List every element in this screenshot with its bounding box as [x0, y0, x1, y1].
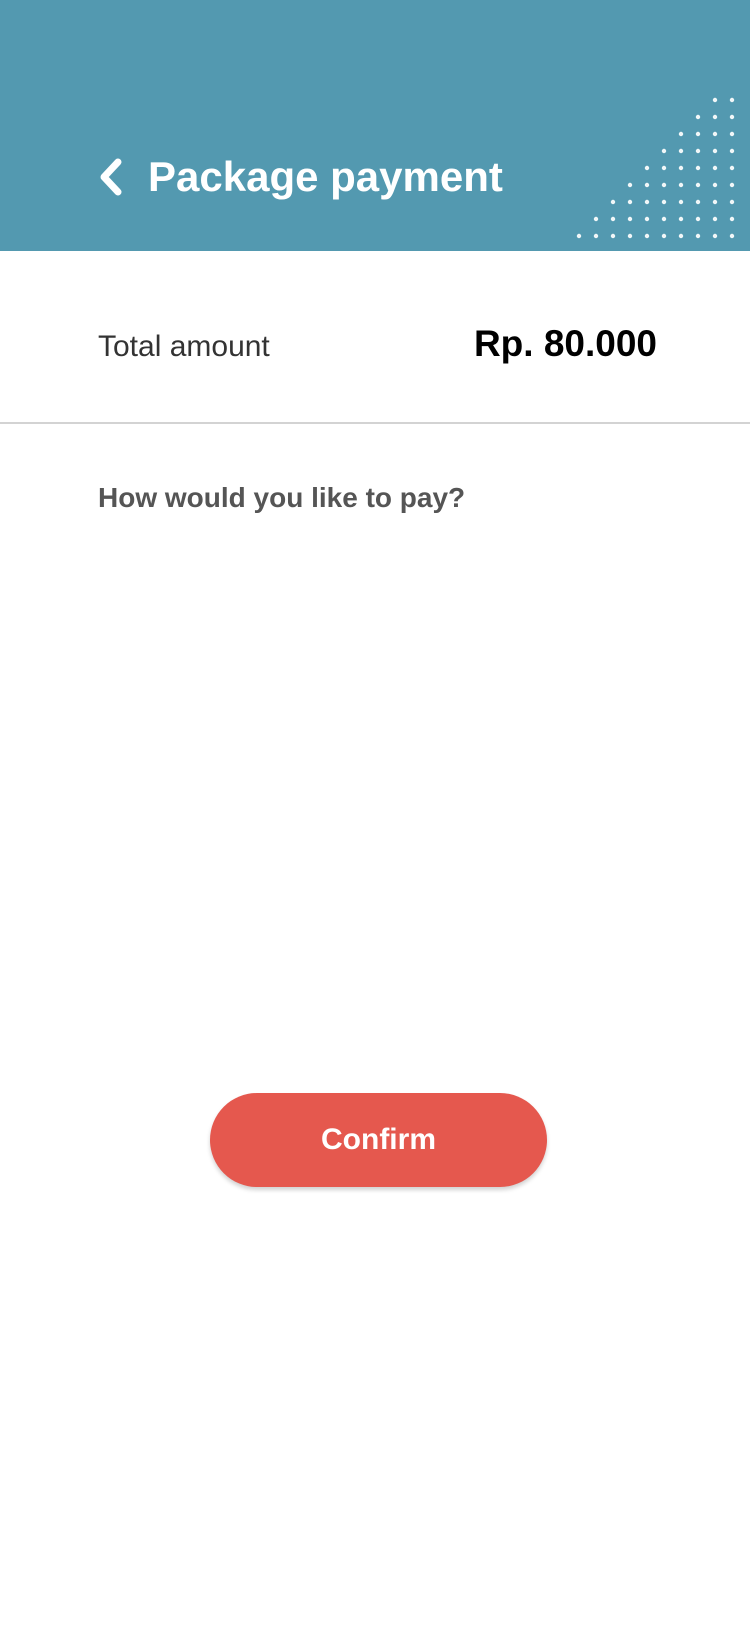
- dot-pattern-decoration: [576, 97, 735, 239]
- decorative-dot: [661, 165, 667, 171]
- decorative-dot: [695, 233, 701, 239]
- decorative-dot: [712, 233, 718, 239]
- decorative-dot: [712, 165, 718, 171]
- decorative-dot: [661, 216, 667, 222]
- decorative-dot: [610, 216, 616, 222]
- decorative-dot: [593, 233, 599, 239]
- chevron-left-icon: [100, 158, 122, 196]
- decorative-dot: [712, 131, 718, 137]
- decorative-dot: [576, 233, 582, 239]
- payment-method-question: How would you like to pay?: [98, 482, 466, 513]
- decorative-dot: [610, 233, 616, 239]
- decorative-dot: [661, 233, 667, 239]
- decorative-dot: [661, 182, 667, 188]
- decorative-dot: [729, 165, 735, 171]
- decorative-dot: [695, 114, 701, 120]
- decorative-dot: [729, 148, 735, 154]
- decorative-dot: [644, 165, 650, 171]
- decorative-dot: [695, 199, 701, 205]
- decorative-dot: [729, 216, 735, 222]
- page-title: Package payment: [148, 153, 503, 200]
- decorative-dot: [610, 199, 616, 205]
- decorative-dot: [712, 114, 718, 120]
- decorative-dot: [729, 114, 735, 120]
- total-amount-label: Total amount: [98, 330, 270, 363]
- total-amount-row: Total amount Rp. 80.000: [0, 251, 750, 424]
- decorative-dot: [712, 148, 718, 154]
- header-bar: Package payment: [0, 0, 750, 251]
- decorative-dot: [644, 199, 650, 205]
- decorative-dot: [644, 216, 650, 222]
- decorative-dot: [678, 148, 684, 154]
- decorative-dot: [678, 233, 684, 239]
- decorative-dot: [661, 148, 667, 154]
- decorative-dot: [729, 199, 735, 205]
- decorative-dot: [678, 182, 684, 188]
- decorative-dot: [627, 199, 633, 205]
- decorative-dot: [712, 216, 718, 222]
- decorative-dot: [695, 216, 701, 222]
- decorative-dot: [729, 97, 735, 103]
- decorative-dot: [678, 131, 684, 137]
- confirm-button[interactable]: Confirm: [210, 1093, 547, 1187]
- decorative-dot: [644, 182, 650, 188]
- decorative-dot: [627, 216, 633, 222]
- decorative-dot: [678, 216, 684, 222]
- decorative-dot: [695, 182, 701, 188]
- back-button[interactable]: [90, 150, 132, 204]
- decorative-dot: [729, 131, 735, 137]
- decorative-dot: [695, 131, 701, 137]
- decorative-dot: [678, 199, 684, 205]
- decorative-dot: [712, 182, 718, 188]
- decorative-dot: [695, 148, 701, 154]
- decorative-dot: [712, 199, 718, 205]
- decorative-dot: [695, 165, 701, 171]
- decorative-dot: [593, 216, 599, 222]
- decorative-dot: [729, 233, 735, 239]
- decorative-dot: [712, 97, 718, 103]
- total-amount-value: Rp. 80.000: [473, 323, 657, 364]
- decorative-dot: [644, 233, 650, 239]
- decorative-dot: [627, 233, 633, 239]
- decorative-dot: [627, 182, 633, 188]
- decorative-dot: [678, 165, 684, 171]
- decorative-dot: [661, 199, 667, 205]
- package-payment-screen: Package payment Total amount Rp. 80.000 …: [0, 0, 750, 1628]
- decorative-dot: [729, 182, 735, 188]
